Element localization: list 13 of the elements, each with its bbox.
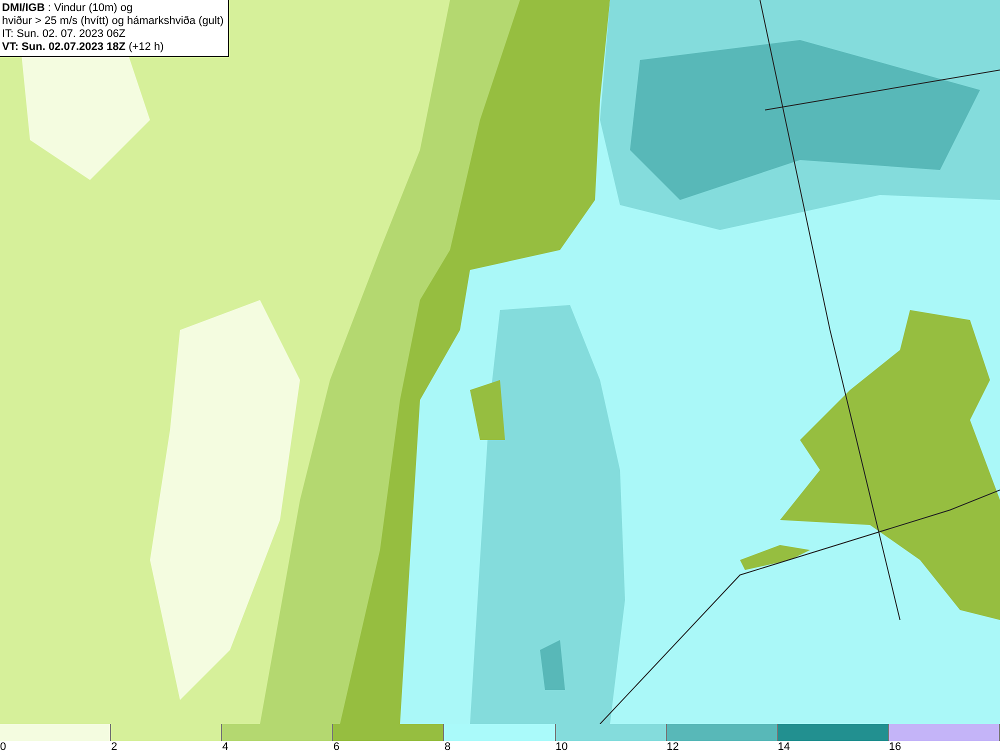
legend-tick-label: 4	[222, 741, 228, 753]
caption-line: VT: Sun. 02.07.2023 18Z (+12 h)	[2, 41, 165, 54]
legend-tick-label: 14	[778, 741, 790, 753]
legend-tick-label: 6	[333, 741, 340, 753]
legend-tick-label: 2	[111, 741, 118, 753]
legend-tick-label: 0	[0, 741, 6, 753]
legend-tick-label: 8	[444, 741, 451, 753]
legend-tick-label: 12	[666, 741, 679, 753]
legend-tick-label: 16	[888, 741, 902, 753]
caption-line: IT: Sun. 02. 07. 2023 06Z	[2, 28, 127, 41]
caption-line: hviður > 25 m/s (hvítt) og hámarkshviða (gult)	[2, 15, 224, 28]
legend-tick-label: 10	[556, 741, 568, 753]
caption-line: DMI/IGB : Vindur (10m) og	[2, 2, 134, 15]
